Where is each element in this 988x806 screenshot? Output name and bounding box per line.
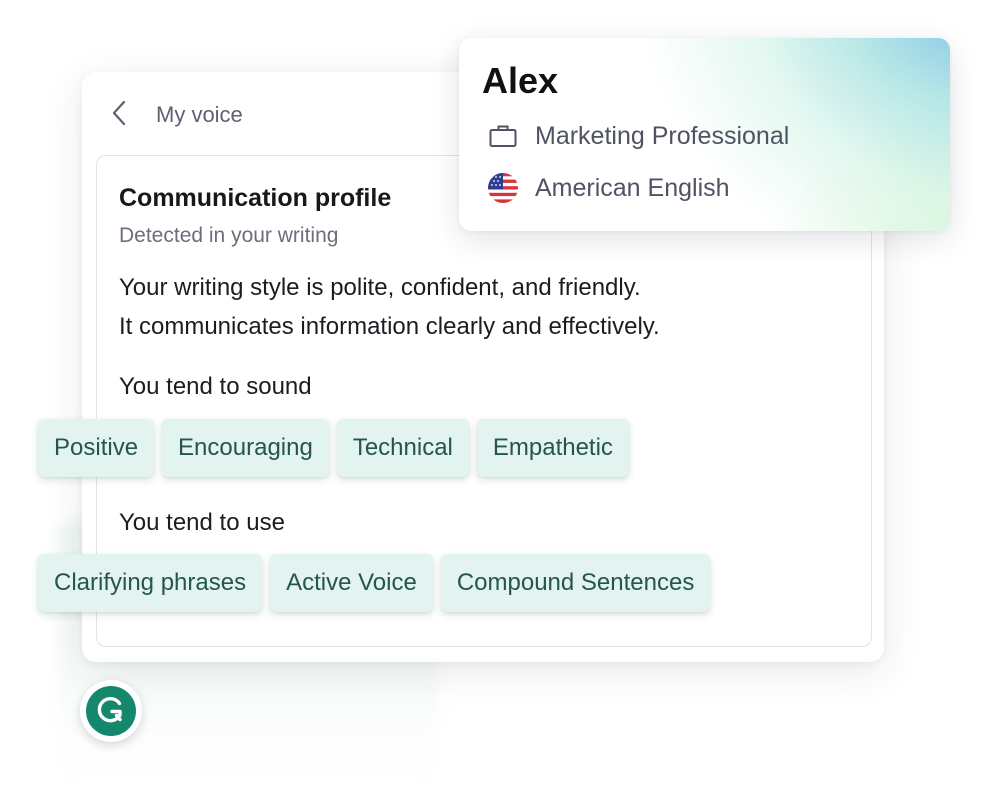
tag-chip-technical[interactable]: Technical [336,419,469,477]
back-button[interactable] [106,100,132,131]
style-summary: Your writing style is polite, confident,… [119,268,660,346]
use-section-label: You tend to use [119,509,285,536]
profile-language: American English [535,173,730,202]
tag-chip-active-voice[interactable]: Active Voice [270,554,433,612]
card-subtitle: Detected in your writing [119,224,339,247]
user-profile-card: Alex Marketing Professional American Eng… [459,38,950,231]
sound-tags: Positive Encouraging Technical Empatheti… [38,419,629,477]
tag-chip-compound-sentences[interactable]: Compound Sentences [440,554,711,612]
briefcase-icon [487,120,519,152]
user-name: Alex [482,60,559,101]
tag-chip-encouraging[interactable]: Encouraging [162,419,329,477]
chevron-left-icon [111,100,127,131]
grammarly-logo-button[interactable] [80,680,142,742]
us-flag-icon [487,172,519,204]
profile-language-row: American English [487,172,730,204]
sound-section-label: You tend to sound [119,373,312,400]
summary-line: It communicates information clearly and … [119,313,660,340]
tag-chip-empathetic[interactable]: Empathetic [476,419,629,477]
page-title: My voice [156,102,243,127]
summary-line: Your writing style is polite, confident,… [119,274,641,301]
tag-chip-positive[interactable]: Positive [38,419,155,477]
card-title: Communication profile [119,184,392,212]
grammarly-logo-icon [86,686,136,736]
use-tags: Clarifying phrases Active Voice Compound… [38,554,711,612]
app-stage: My voice Communication profile Detected … [0,0,988,806]
profile-role: Marketing Professional [535,121,790,150]
profile-role-row: Marketing Professional [487,120,789,152]
tag-chip-clarifying-phrases[interactable]: Clarifying phrases [38,554,263,612]
